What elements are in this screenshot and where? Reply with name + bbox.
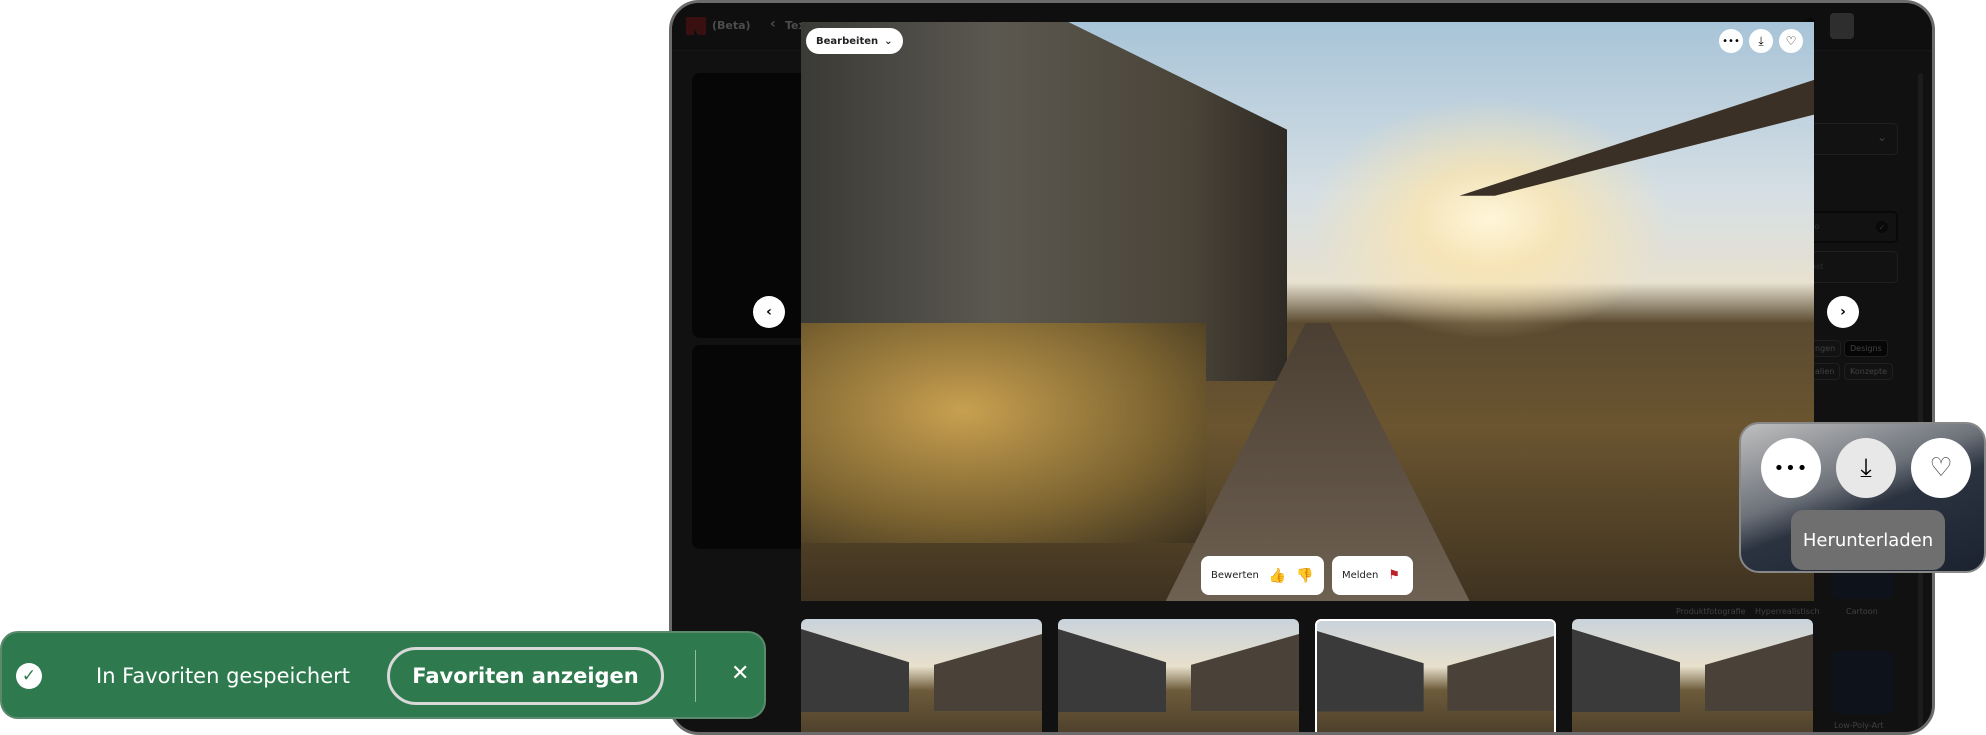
thumbs-up-icon[interactable]: 👍 [1269, 568, 1286, 584]
more-button[interactable]: ••• [1761, 438, 1821, 498]
app-window: (Beta) ‹ Tex ⚗ ⌄ Foto ✓ Kunst ngen Desig… [669, 0, 1935, 735]
style-thumb-low-poly[interactable] [1831, 651, 1894, 714]
gallery-tile[interactable] [692, 345, 812, 549]
beta-label: (Beta) [712, 19, 751, 32]
thumbnail[interactable] [801, 619, 1042, 732]
preview-image [801, 22, 1814, 601]
chevron-left-icon: ‹ [766, 304, 772, 320]
next-image-button[interactable]: › [1827, 296, 1859, 328]
checkmark-icon: ✓ [16, 663, 42, 689]
scrollbar[interactable] [1918, 73, 1923, 732]
previous-image-button[interactable]: ‹ [753, 296, 785, 328]
chevron-down-icon: ⌄ [1876, 130, 1887, 144]
download-icon: ⤓ [1758, 33, 1764, 48]
style-label: Produktfotografie [1676, 607, 1746, 616]
report-label: Melden [1342, 570, 1379, 581]
style-label: Hyperrealistisch [1755, 607, 1820, 616]
chevron-down-icon: ⌄ [884, 35, 893, 47]
thumb-art [1058, 629, 1167, 713]
thumb-art [801, 629, 910, 713]
close-icon[interactable]: ✕ [731, 661, 749, 686]
more-icon: ••• [1773, 457, 1809, 479]
thumb-art [933, 634, 1042, 712]
adobe-logo-icon [686, 17, 706, 35]
thumbnail-selected[interactable] [1315, 619, 1556, 732]
more-icon: ••• [1722, 35, 1740, 47]
heart-icon: ♡ [1785, 34, 1797, 48]
thumbnail[interactable] [1572, 619, 1813, 732]
thumbs-down-icon[interactable]: 👎 [1296, 568, 1313, 584]
favorite-button[interactable]: ♡ [1911, 438, 1971, 498]
favorite-button[interactable]: ♡ [1779, 29, 1803, 53]
edit-dropdown-button[interactable]: Bearbeiten ⌄ [806, 28, 903, 54]
thumb-art [1317, 631, 1424, 712]
thumb-art [1447, 636, 1554, 711]
rate-label: Bewerten [1211, 570, 1259, 581]
chip-designs[interactable]: Designs [1844, 340, 1888, 357]
chevron-right-icon: › [1840, 304, 1846, 320]
toast-message: In Favoriten gespeichert [96, 664, 350, 688]
flag-icon: ⚑ [1388, 568, 1401, 583]
style-label: Cartoon [1846, 607, 1878, 616]
download-button[interactable]: ⤓ [1749, 29, 1773, 53]
user-avatar[interactable] [1830, 13, 1854, 39]
chip-konzepte[interactable]: Konzepte [1844, 363, 1894, 380]
thumbnail[interactable] [1058, 619, 1299, 732]
image-roof [1459, 79, 1814, 196]
divider [695, 650, 696, 702]
thumb-art [1190, 634, 1299, 712]
download-button[interactable]: ⤓ [1836, 438, 1896, 498]
back-icon[interactable]: ‹ [770, 16, 776, 32]
more-button[interactable]: ••• [1719, 29, 1743, 53]
gallery-tile[interactable] [692, 73, 812, 338]
report-button[interactable]: Melden ⚑ [1332, 556, 1413, 595]
thumb-art [1704, 634, 1813, 712]
download-icon: ⤓ [1860, 452, 1872, 483]
heart-icon: ♡ [1929, 453, 1953, 483]
rating-bar: Bewerten 👍 👎 [1201, 556, 1324, 595]
tooltip: Herunterladen [1791, 510, 1945, 570]
zoom-callout: ••• ⤓ ♡ Herunterladen [1739, 422, 1986, 573]
thumb-art [1572, 629, 1681, 713]
checkmark-icon: ✓ [1876, 221, 1888, 233]
toast-notification: ✓ In Favoriten gespeichert Favoriten anz… [0, 631, 766, 719]
edit-label: Bearbeiten [816, 35, 879, 47]
image-bush [801, 323, 1207, 544]
show-favorites-button[interactable]: Favoriten anzeigen [387, 647, 664, 705]
style-label: Low-Poly-Art [1834, 721, 1884, 730]
